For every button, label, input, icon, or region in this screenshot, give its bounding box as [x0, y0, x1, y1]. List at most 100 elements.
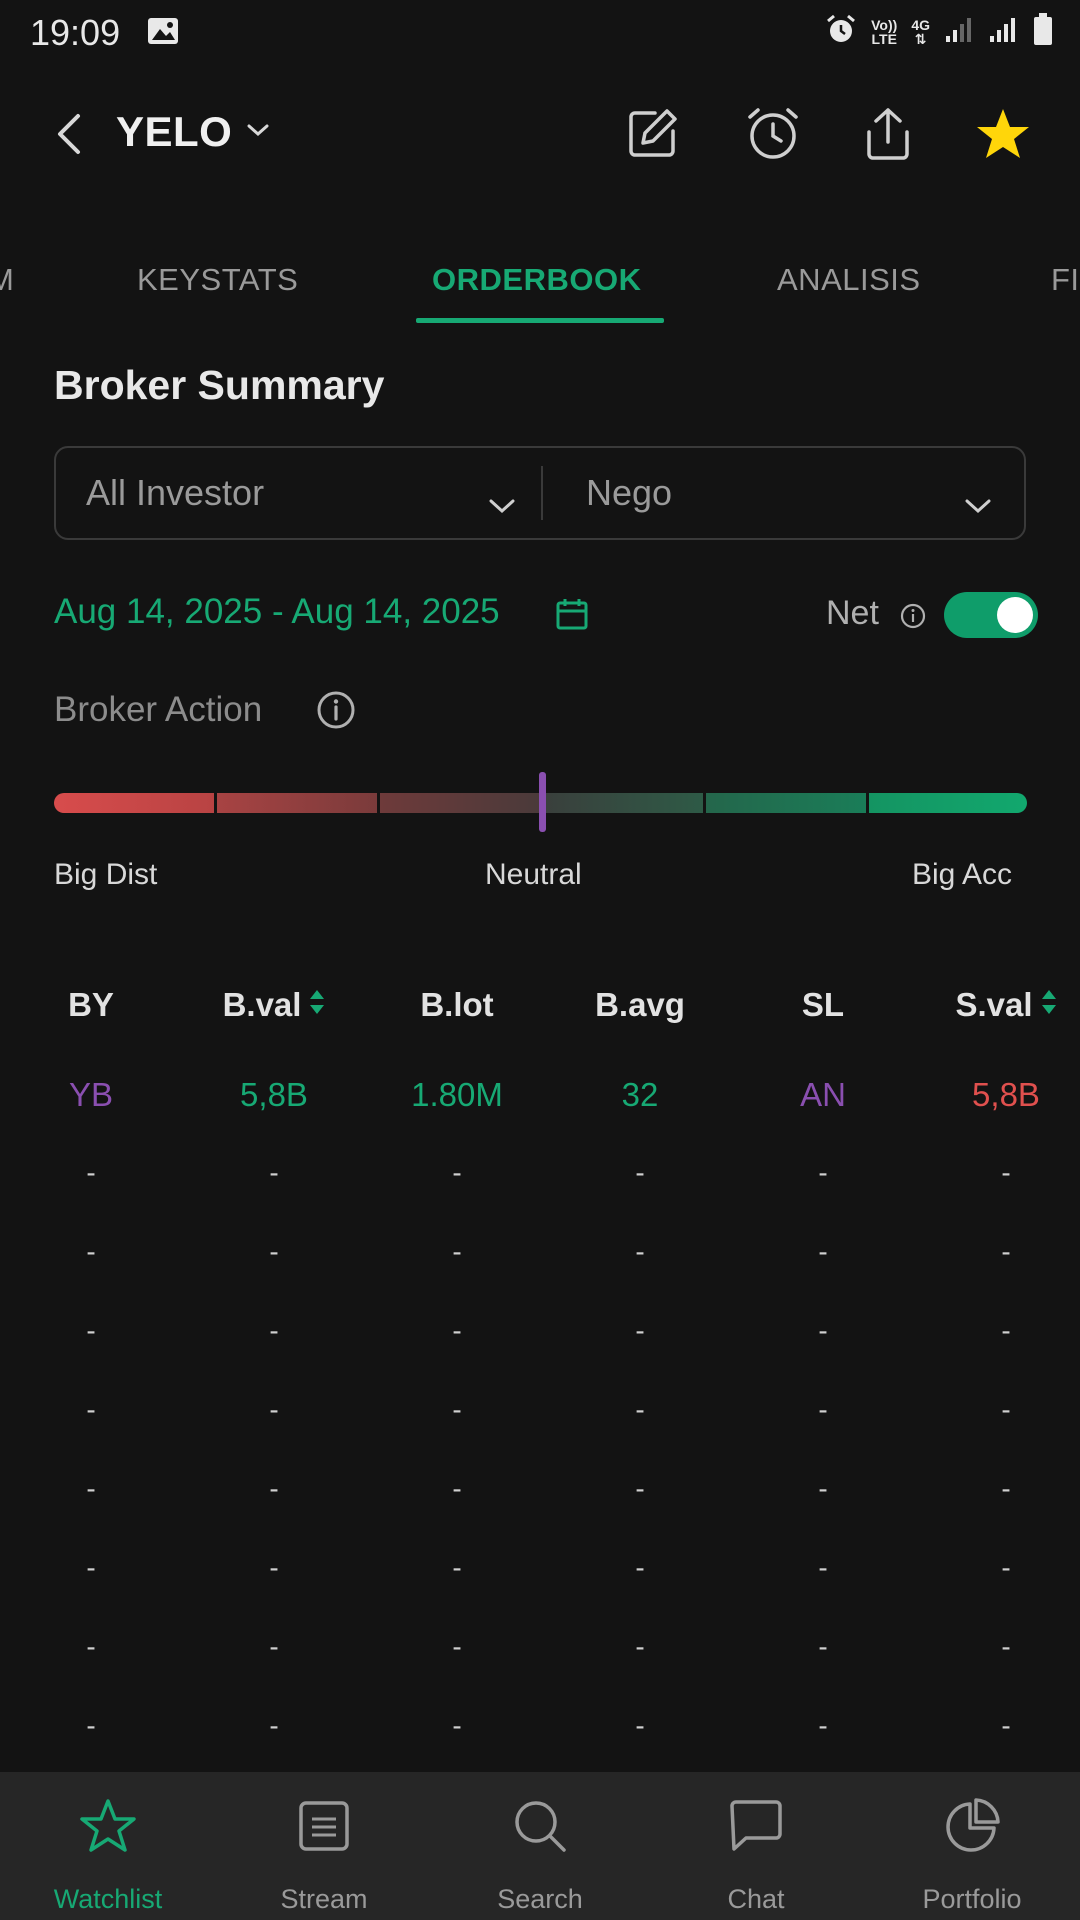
column-header-sval[interactable]: S.val	[921, 986, 1080, 1024]
gauge-segment	[380, 793, 540, 813]
nav-search[interactable]: Search	[432, 1772, 648, 1920]
sort-icon	[309, 986, 325, 1024]
detail-tabs: M KEYSTATS ORDERBOOK ANALISIS FI	[0, 250, 1080, 326]
share-icon[interactable]	[858, 104, 918, 164]
ticker-symbol[interactable]: YELO	[116, 108, 232, 156]
empty-cell: -	[818, 1236, 828, 1267]
investor-filter-select[interactable]: All Investor	[86, 448, 526, 538]
empty-cell: -	[452, 1473, 462, 1504]
empty-cell: -	[452, 1394, 462, 1425]
nav-watchlist[interactable]: Watchlist	[0, 1772, 216, 1920]
column-header-sl: SL	[801, 986, 845, 1023]
info-icon[interactable]	[316, 690, 356, 735]
app-header: YELO	[0, 90, 1080, 180]
column-header-bval[interactable]: B.val	[189, 986, 359, 1024]
empty-cell: -	[635, 1394, 645, 1425]
tab-partial-right[interactable]: FI	[1051, 262, 1080, 298]
nav-label: Watchlist	[53, 1884, 163, 1914]
active-tab-indicator	[416, 318, 664, 323]
empty-cell: -	[86, 1473, 96, 1504]
empty-cell: -	[269, 1236, 279, 1267]
empty-cell: -	[818, 1473, 828, 1504]
empty-cell: -	[452, 1631, 462, 1662]
toggle-knob	[997, 597, 1033, 633]
empty-cell: -	[452, 1157, 462, 1188]
empty-cell: -	[86, 1710, 96, 1741]
chevron-down-icon[interactable]	[246, 122, 270, 143]
net-toggle[interactable]	[944, 592, 1038, 638]
net-label: Net	[826, 594, 879, 632]
nav-chat[interactable]: Chat	[648, 1772, 864, 1920]
stream-icon	[294, 1796, 354, 1856]
empty-cell: -	[818, 1315, 828, 1346]
calendar-icon[interactable]	[554, 596, 590, 637]
empty-cell: -	[86, 1552, 96, 1583]
market-filter-select[interactable]: Nego	[586, 448, 1006, 538]
empty-cell: -	[269, 1552, 279, 1583]
gauge-label-right: Big Acc	[912, 858, 1013, 891]
empty-cell: -	[635, 1236, 645, 1267]
column-header-blot: B.lot	[420, 986, 494, 1023]
empty-cell: -	[269, 1631, 279, 1662]
nav-stream[interactable]: Stream	[216, 1772, 432, 1920]
empty-cell: -	[1001, 1157, 1011, 1188]
filter-divider	[541, 466, 543, 520]
broker-action-label: Broker Action	[54, 690, 263, 729]
empty-cell: -	[269, 1157, 279, 1188]
star-filled-icon[interactable]	[973, 104, 1033, 164]
gauge-marker	[539, 772, 546, 832]
tab-partial-left[interactable]: M	[0, 262, 14, 298]
gauge-segment	[869, 793, 1027, 813]
column-header-by: BY	[68, 986, 114, 1023]
empty-cell: -	[1001, 1394, 1011, 1425]
empty-cell: -	[86, 1315, 96, 1346]
bottom-navigation: Watchlist Stream Search Chat Portfolio	[0, 1772, 1080, 1920]
edit-note-icon[interactable]	[622, 104, 682, 164]
empty-cell: -	[1001, 1236, 1011, 1267]
empty-cell: -	[635, 1157, 645, 1188]
gauge-segment	[54, 793, 214, 813]
search-icon	[510, 1796, 570, 1856]
buy-value: 5,8B	[240, 1076, 308, 1113]
empty-cell: -	[86, 1631, 96, 1662]
nav-label: Portfolio	[922, 1884, 1022, 1914]
status-bar: 19:09 Vo)) LTE 4G ⇅	[0, 0, 1080, 64]
nav-portfolio[interactable]: Portfolio	[864, 1772, 1080, 1920]
empty-cell: -	[635, 1315, 645, 1346]
empty-cell: -	[86, 1394, 96, 1425]
empty-cell: -	[1001, 1315, 1011, 1346]
back-arrow-icon[interactable]	[56, 112, 82, 161]
info-icon[interactable]	[899, 602, 927, 635]
status-time: 19:09	[30, 12, 121, 53]
date-range[interactable]: Aug 14, 2025 - Aug 14, 2025	[54, 592, 500, 632]
market-filter-value: Nego	[586, 472, 673, 513]
volte-indicator: Vo)) LTE	[871, 16, 898, 47]
empty-cell: -	[86, 1157, 96, 1188]
empty-cell: -	[635, 1710, 645, 1741]
alarm-icon[interactable]	[743, 104, 803, 164]
gauge-segment	[217, 793, 377, 813]
buy-lot: 1.80M	[411, 1076, 503, 1113]
empty-cell: -	[635, 1473, 645, 1504]
tab-analisis[interactable]: ANALISIS	[777, 262, 921, 298]
empty-cell: -	[818, 1710, 828, 1741]
signal-strength-icon	[988, 14, 1018, 49]
empty-cell: -	[818, 1631, 828, 1662]
section-title: Broker Summary	[54, 362, 385, 408]
buyer-code[interactable]: YB	[6, 1076, 176, 1114]
chevron-down-icon	[964, 482, 992, 524]
gauge-segment	[706, 793, 866, 813]
empty-cell: -	[452, 1236, 462, 1267]
filter-bar: All Investor Nego	[54, 446, 1026, 540]
gauge-label-center: Neutral	[485, 858, 582, 891]
tab-keystats[interactable]: KEYSTATS	[137, 262, 298, 298]
battery-icon	[1032, 12, 1054, 51]
seller-code[interactable]: AN	[738, 1076, 908, 1114]
gauge-label-left: Big Dist	[54, 858, 158, 891]
network-type-indicator: 4G ⇅	[911, 16, 930, 47]
gallery-notification-icon	[146, 16, 180, 51]
empty-cell: -	[1001, 1552, 1011, 1583]
empty-cell: -	[818, 1552, 828, 1583]
chat-icon	[726, 1796, 786, 1856]
tab-orderbook[interactable]: ORDERBOOK	[432, 262, 641, 298]
